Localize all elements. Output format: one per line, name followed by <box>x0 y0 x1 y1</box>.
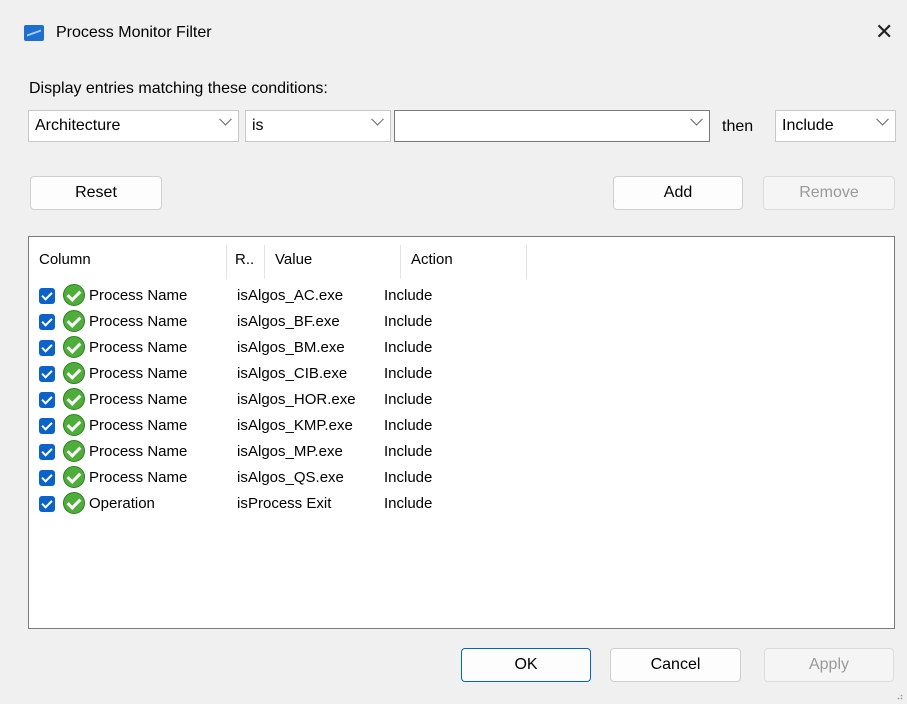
row-relation: is <box>237 287 248 304</box>
relation-dropdown-value: is <box>252 117 264 134</box>
row-action: Include <box>384 287 433 304</box>
row-value: Algos_BM.exe <box>248 339 345 356</box>
row-relation: is <box>237 417 248 434</box>
row-value: Algos_HOR.exe <box>248 391 356 408</box>
row-value: Algos_AC.exe <box>248 287 344 304</box>
table-row[interactable]: Process Name is Algos_BM.exe Include <box>29 335 889 361</box>
include-check-icon <box>63 336 85 358</box>
conditions-caption: Display entries matching these condition… <box>29 80 328 97</box>
value-combobox[interactable] <box>394 110 710 142</box>
column-dropdown[interactable]: Architecture <box>28 110 239 142</box>
table-row[interactable]: Process Name is Algos_AC.exe Include <box>29 283 889 309</box>
column-header-column[interactable]: Column <box>29 245 227 279</box>
include-check-icon <box>63 466 85 488</box>
include-check-icon <box>63 492 85 514</box>
row-value: Algos_CIB.exe <box>248 365 348 382</box>
enabled-checkbox[interactable] <box>39 366 55 382</box>
row-value: Algos_BF.exe <box>248 313 340 330</box>
enabled-checkbox[interactable] <box>39 444 55 460</box>
row-value: Algos_KMP.exe <box>248 417 353 434</box>
chevron-down-icon <box>690 112 703 126</box>
enabled-checkbox[interactable] <box>39 314 55 330</box>
remove-button[interactable]: Remove <box>763 176 895 210</box>
table-row[interactable]: Process Name is Algos_QS.exe Include <box>29 465 889 491</box>
reset-button[interactable]: Reset <box>30 176 162 210</box>
row-value: Process Exit <box>248 495 332 512</box>
row-column: Process Name <box>89 287 188 304</box>
cancel-button[interactable]: Cancel <box>610 648 741 682</box>
include-check-icon <box>63 310 85 332</box>
ok-button[interactable]: OK <box>461 648 591 682</box>
table-row[interactable]: Process Name is Algos_HOR.exe Include <box>29 387 889 413</box>
row-column: Process Name <box>89 443 188 460</box>
row-action: Include <box>384 365 433 382</box>
table-row[interactable]: Process Name is Algos_BF.exe Include <box>29 309 889 335</box>
row-column: Process Name <box>89 339 188 356</box>
enabled-checkbox[interactable] <box>39 418 55 434</box>
table-row[interactable]: Process Name is Algos_MP.exe Include <box>29 439 889 465</box>
action-dropdown[interactable]: Include <box>775 110 896 142</box>
column-header-relation[interactable]: R.. <box>227 245 265 279</box>
resize-grip-icon[interactable] <box>895 692 903 700</box>
row-column: Operation <box>89 495 155 512</box>
enabled-checkbox[interactable] <box>39 496 55 512</box>
window-title: Process Monitor Filter <box>56 24 212 41</box>
table-row[interactable]: Operation is Process Exit Include <box>29 491 889 517</box>
row-relation: is <box>237 313 248 330</box>
row-value: Algos_QS.exe <box>248 469 344 486</box>
close-button[interactable]: ✕ <box>875 18 893 46</box>
chevron-down-icon <box>371 112 384 126</box>
row-column: Process Name <box>89 417 188 434</box>
column-header-action[interactable]: Action <box>401 245 527 279</box>
filter-list[interactable]: Column R.. Value Action Process Name is … <box>28 236 895 629</box>
row-relation: is <box>237 495 248 512</box>
relation-dropdown[interactable]: is <box>245 110 391 142</box>
apply-button[interactable]: Apply <box>764 648 894 682</box>
table-row[interactable]: Process Name is Algos_CIB.exe Include <box>29 361 889 387</box>
row-action: Include <box>384 495 433 512</box>
row-action: Include <box>384 391 433 408</box>
enabled-checkbox[interactable] <box>39 288 55 304</box>
row-action: Include <box>384 313 433 330</box>
title-bar: Process Monitor Filter ✕ <box>0 0 907 64</box>
chevron-down-icon <box>219 112 232 126</box>
row-value: Algos_MP.exe <box>248 443 343 460</box>
row-relation: is <box>237 365 248 382</box>
row-relation: is <box>237 391 248 408</box>
row-column: Process Name <box>89 365 188 382</box>
column-dropdown-value: Architecture <box>35 117 121 134</box>
row-relation: is <box>237 469 248 486</box>
include-check-icon <box>63 388 85 410</box>
row-column: Process Name <box>89 391 188 408</box>
enabled-checkbox[interactable] <box>39 340 55 356</box>
row-column: Process Name <box>89 469 188 486</box>
then-label: then <box>722 118 754 135</box>
include-check-icon <box>63 414 85 436</box>
process-monitor-icon <box>24 25 44 41</box>
include-check-icon <box>63 284 85 306</box>
row-relation: is <box>237 339 248 356</box>
include-check-icon <box>63 362 85 384</box>
enabled-checkbox[interactable] <box>39 392 55 408</box>
row-action: Include <box>384 469 433 486</box>
row-action: Include <box>384 417 433 434</box>
column-header-value[interactable]: Value <box>265 245 401 279</box>
action-dropdown-value: Include <box>782 117 834 134</box>
add-button[interactable]: Add <box>613 176 743 210</box>
row-column: Process Name <box>89 313 188 330</box>
row-action: Include <box>384 443 433 460</box>
row-action: Include <box>384 339 433 356</box>
row-relation: is <box>237 443 248 460</box>
chevron-down-icon <box>876 112 889 126</box>
table-row[interactable]: Process Name is Algos_KMP.exe Include <box>29 413 889 439</box>
enabled-checkbox[interactable] <box>39 470 55 486</box>
include-check-icon <box>63 440 85 462</box>
